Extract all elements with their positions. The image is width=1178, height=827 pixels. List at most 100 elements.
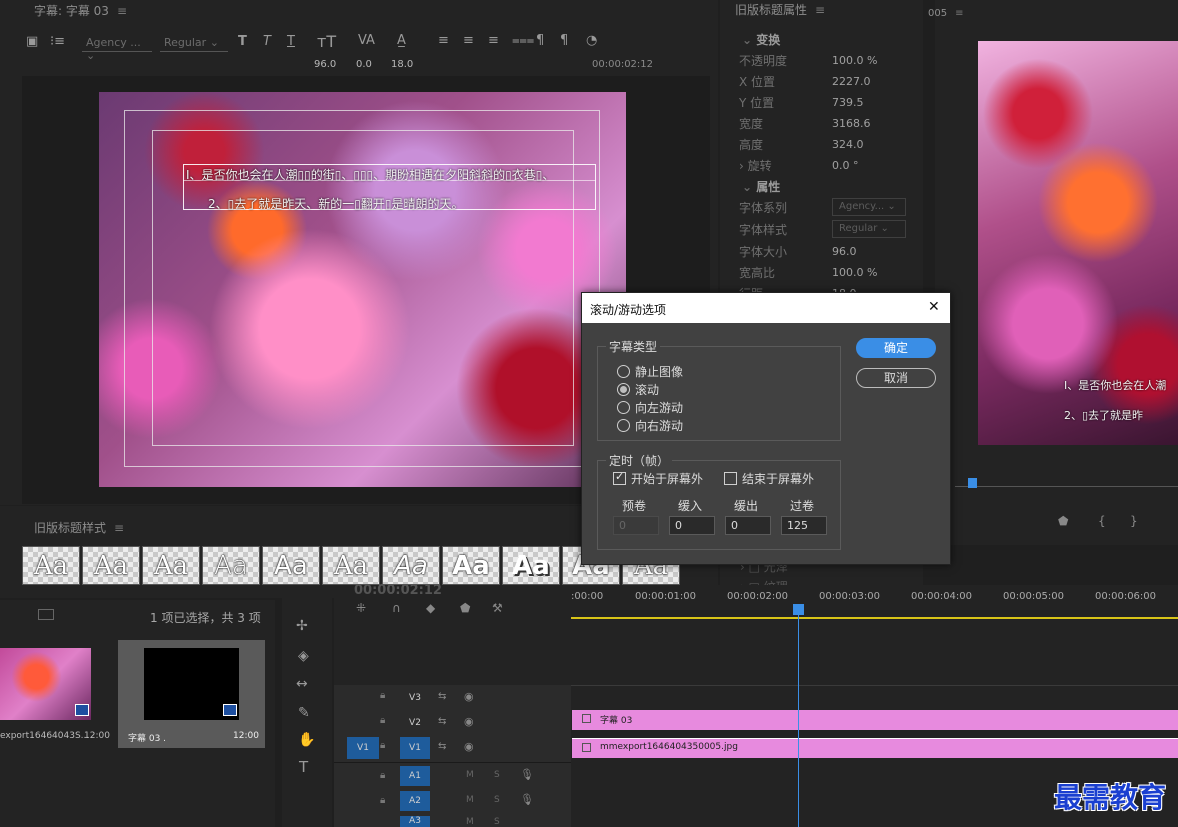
font-family-dropdown[interactable]: Agency... ⌄ [832, 198, 906, 216]
track-a2[interactable]: A2 [400, 791, 430, 811]
style-swatch[interactable]: Aa [202, 546, 260, 585]
panel-menu-icon[interactable]: ≡ [955, 8, 963, 19]
title-item-name[interactable]: 字幕 03 . [128, 731, 166, 744]
mic-icon[interactable]: 🎙︎ [520, 768, 534, 781]
ripple-edit-icon[interactable]: ✢ [296, 618, 308, 634]
sync-lock-icon[interactable]: ⇆ [438, 741, 446, 752]
font-size-value[interactable]: 96.0 [314, 59, 336, 70]
width-value[interactable]: 3168.6 [832, 117, 871, 130]
style-swatch[interactable]: Aa [82, 546, 140, 585]
transform-section[interactable]: ⌄ 变换 [742, 31, 780, 48]
program-tab[interactable]: 005 ≡ [928, 8, 963, 19]
justify-icon[interactable]: ⩶ [512, 33, 534, 48]
height-value[interactable]: 324.0 [832, 138, 864, 151]
lock-icon[interactable]: 🔒︎ [380, 795, 385, 806]
mute-button[interactable]: M [466, 770, 474, 780]
snap-icon[interactable]: ⁜ [356, 601, 366, 615]
aspect-value[interactable]: 100.0 % [832, 266, 877, 279]
style-swatch[interactable]: Aa [502, 546, 560, 585]
solo-button[interactable]: S [494, 817, 500, 827]
lock-icon[interactable]: 🔒︎ [380, 770, 385, 781]
solo-button[interactable]: S [494, 795, 500, 805]
pen-icon[interactable]: ✎ [298, 705, 310, 721]
title-clip[interactable]: 字幕 03 [572, 710, 1178, 730]
sync-lock-icon[interactable]: ⇆ [438, 691, 446, 702]
mute-button[interactable]: M [466, 817, 474, 827]
start-off-screen-label[interactable]: 开始于屏幕外 [631, 470, 703, 487]
source-patch-v1[interactable]: V1 [347, 737, 379, 759]
radio-crawl-left-label[interactable]: 向左游动 [635, 399, 683, 416]
linked-selection-icon[interactable]: ∩ [392, 601, 401, 615]
list-view-icon[interactable] [38, 609, 54, 620]
track-a1[interactable]: A1 [400, 766, 430, 786]
postroll-input[interactable]: 125 [781, 516, 827, 535]
end-off-screen-label[interactable]: 结束于屏幕外 [742, 470, 814, 487]
title-editor-tab[interactable]: 字幕: 字幕 03 ≡ [34, 2, 127, 19]
ok-button[interactable]: 确定 [856, 338, 936, 358]
font-family-select[interactable]: Agency ... ⌄ [82, 36, 152, 62]
radio-crawl-left[interactable] [617, 401, 630, 414]
rotation-label[interactable]: › 旋转 [739, 157, 772, 174]
subtitle-line-1[interactable]: I、是否你也会在人潮▯▯的街▯、▯▯▯、期盼相遇在夕阳斜斜的▯衣巷▯、 [186, 166, 554, 183]
eye-icon[interactable]: ◉ [464, 740, 474, 753]
style-swatch[interactable]: Aa [382, 546, 440, 585]
align-right-icon[interactable]: ≡ [488, 33, 499, 48]
radio-roll-label[interactable]: 滚动 [635, 381, 659, 398]
italic-icon[interactable]: T [263, 34, 271, 49]
panel-menu-icon[interactable]: ≡ [815, 3, 825, 17]
style-swatch[interactable]: Aa [322, 546, 380, 585]
time-ruler[interactable]: :00:00 00:00:01:00 00:00:02:00 00:00:03:… [571, 585, 1178, 619]
radio-still[interactable] [617, 365, 630, 378]
slip-icon[interactable]: ↔ [296, 676, 308, 692]
ease-in-input[interactable]: 0 [669, 516, 715, 535]
styles-panel-tab[interactable]: 旧版标题样式 ≡ [34, 519, 124, 536]
marker-icon[interactable]: ⬟ [1058, 514, 1068, 528]
lock-icon[interactable]: 🔒︎ [380, 740, 385, 751]
radio-roll[interactable] [617, 383, 630, 396]
x-position-value[interactable]: 2227.0 [832, 75, 871, 88]
style-swatch[interactable]: Aa [262, 546, 320, 585]
razor-icon[interactable]: ◈ [298, 648, 309, 664]
properties-section[interactable]: ⌄ 属性 [742, 178, 780, 195]
title-timecode[interactable]: 00:00:02:12 [592, 59, 653, 70]
radio-crawl-right[interactable] [617, 419, 630, 432]
properties-tab[interactable]: 旧版标题属性 ≡ [735, 1, 825, 18]
rtl-icon[interactable]: ¶ [560, 33, 568, 48]
sync-lock-icon[interactable]: ⇆ [438, 716, 446, 727]
style-swatch[interactable]: Aa [442, 546, 500, 585]
background-video-icon[interactable]: ◔ [586, 33, 597, 48]
eye-icon[interactable]: ◉ [464, 690, 474, 703]
eye-icon[interactable]: ◉ [464, 715, 474, 728]
end-off-screen-checkbox[interactable] [724, 472, 737, 485]
lock-icon[interactable]: 🔒︎ [380, 715, 385, 726]
hand-icon[interactable]: ✋ [298, 732, 315, 748]
mute-button[interactable]: M [466, 795, 474, 805]
mark-in-icon[interactable]: { [1098, 514, 1106, 528]
roll-crawl-options-icon[interactable]: ▣ [26, 34, 38, 49]
program-playhead-icon[interactable] [968, 478, 977, 488]
mark-out-icon[interactable]: } [1130, 514, 1138, 528]
wrench-icon[interactable]: ⚒ [492, 601, 503, 615]
align-center-icon[interactable]: ≡ [463, 33, 474, 48]
start-off-screen-checkbox[interactable] [613, 470, 626, 485]
work-area-bar[interactable] [571, 617, 1178, 619]
program-timebar[interactable] [955, 486, 1178, 487]
subtitle-line-2[interactable]: 2、▯去了就是昨天、新的一▯翻开▯是晴朗的天。 [208, 195, 463, 212]
track-v1[interactable]: V1 [400, 737, 430, 759]
radio-still-label[interactable]: 静止图像 [635, 363, 683, 380]
close-icon[interactable]: ✕ [928, 299, 940, 315]
track-v2[interactable]: V2 [400, 713, 430, 733]
tab-stops-icon[interactable]: ⁝≡ [50, 34, 65, 49]
bold-icon[interactable]: T [238, 34, 247, 49]
y-position-value[interactable]: 739.5 [832, 96, 864, 109]
font-style-select[interactable]: Regular ⌄ [160, 36, 228, 52]
ltr-icon[interactable]: ¶ [536, 33, 544, 48]
kerning-value[interactable]: 0.0 [356, 59, 372, 70]
track-v3[interactable]: V3 [400, 688, 430, 708]
font-size-value[interactable]: 96.0 [832, 245, 857, 258]
program-preview[interactable]: I、是否你也会在人潮 2、▯去了就是昨 [978, 41, 1178, 445]
rotation-value[interactable]: 0.0 ° [832, 159, 859, 172]
playhead-handle-icon[interactable] [793, 604, 804, 615]
ease-out-input[interactable]: 0 [725, 516, 771, 535]
add-marker-icon[interactable]: ◆ [426, 601, 435, 615]
